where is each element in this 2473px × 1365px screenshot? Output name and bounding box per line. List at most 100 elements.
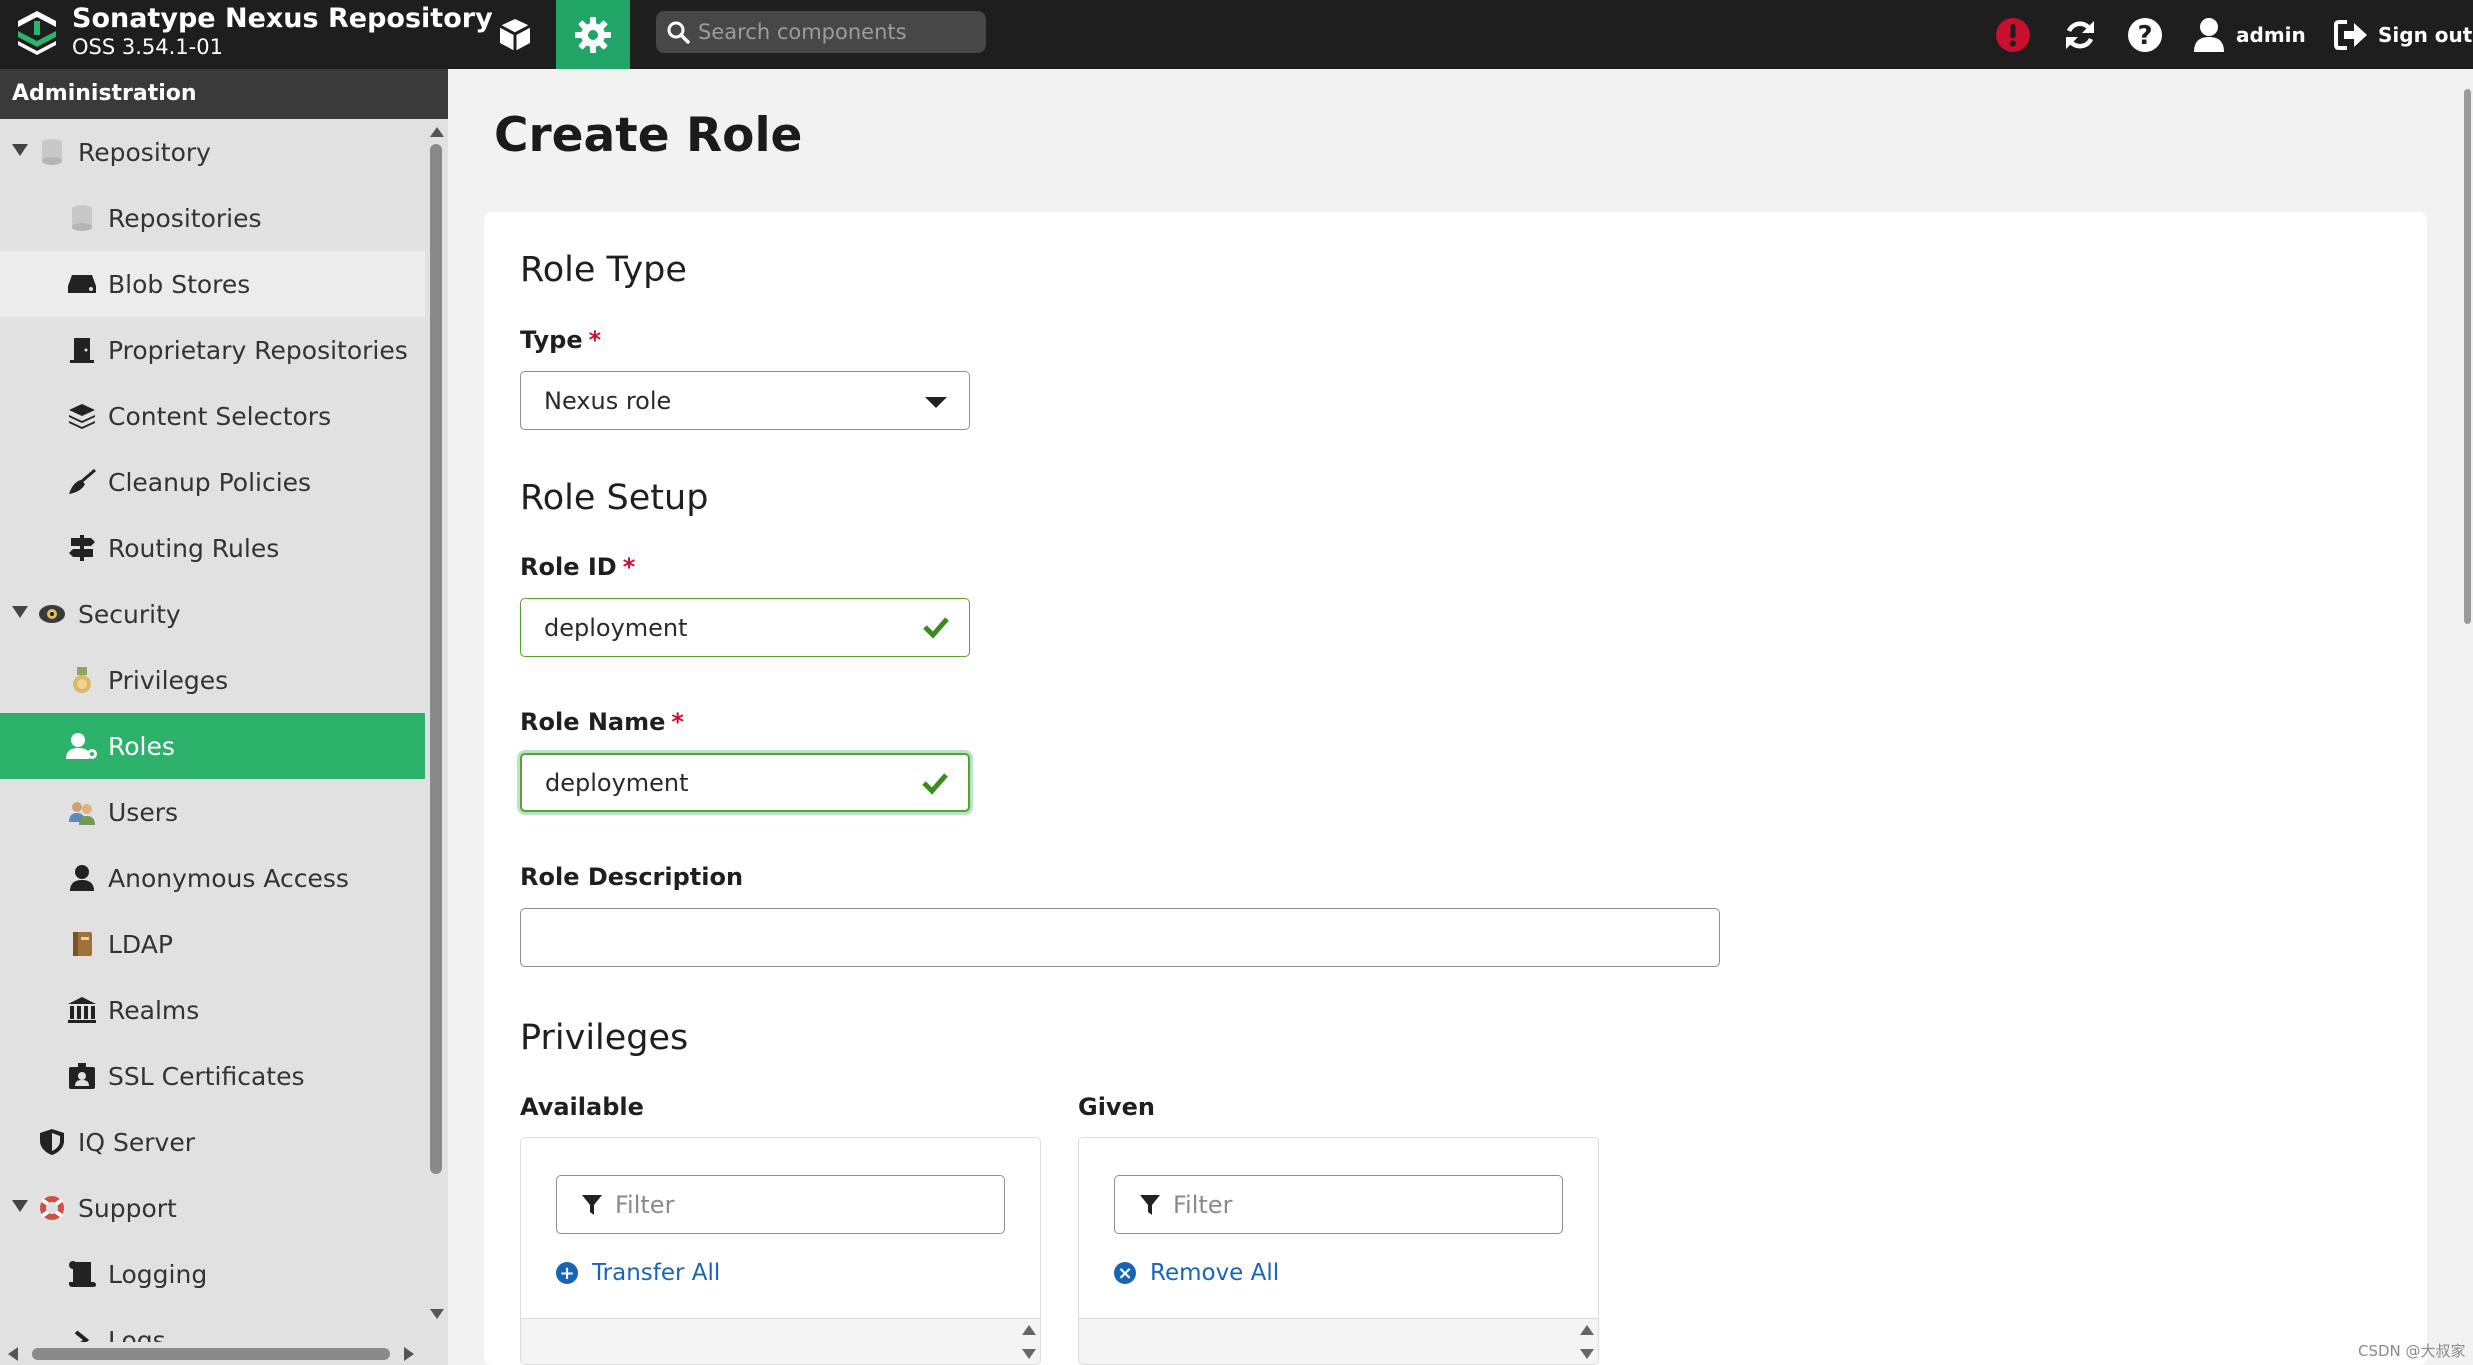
sidebar-item-repositories[interactable]: Repositories xyxy=(0,185,425,251)
role-description-label: Role Description xyxy=(520,863,744,891)
scroll-up-arrow-icon[interactable] xyxy=(1580,1325,1594,1335)
scroll-down-arrow-icon[interactable] xyxy=(1022,1349,1036,1359)
required-marker: * xyxy=(671,708,684,736)
main-vertical-scrollbar[interactable] xyxy=(2462,69,2473,1365)
door-icon xyxy=(66,334,98,366)
administration-button[interactable] xyxy=(556,0,630,69)
role-name-label-text: Role Name xyxy=(520,708,666,736)
scroll-thumb[interactable] xyxy=(430,144,442,1174)
search-input[interactable] xyxy=(698,20,968,44)
system-alert-button[interactable] xyxy=(1992,0,2034,69)
brand-version: OSS 3.54.1-01 xyxy=(72,35,223,59)
scroll-thumb[interactable] xyxy=(32,1348,390,1360)
sidebar-horizontal-scrollbar[interactable] xyxy=(0,1342,425,1365)
sidebar-item-repository[interactable]: Repository xyxy=(0,119,425,185)
scroll-left-arrow-icon[interactable] xyxy=(8,1347,18,1361)
scroll-icon xyxy=(66,1258,98,1290)
sidebar-item-routing-rules[interactable]: Routing Rules xyxy=(0,515,425,581)
available-label: Available xyxy=(520,1093,644,1121)
sidebar-item-content-selectors[interactable]: Content Selectors xyxy=(0,383,425,449)
check-icon xyxy=(922,773,948,795)
sidebar-item-users[interactable]: Users xyxy=(0,779,425,845)
role-id-label-text: Role ID xyxy=(520,553,617,581)
sidebar-item-blob-stores[interactable]: Blob Stores xyxy=(0,251,425,317)
filter-icon xyxy=(1140,1194,1160,1215)
sidebar-item-label: Anonymous Access xyxy=(108,863,349,893)
sidebar-item-label: Roles xyxy=(108,731,175,761)
shield-icon xyxy=(36,1126,68,1158)
given-privileges-list[interactable] xyxy=(1079,1318,1598,1364)
scroll-up-arrow-icon[interactable] xyxy=(430,127,444,137)
sidebar-item-label: Routing Rules xyxy=(108,533,280,563)
scroll-down-arrow-icon[interactable] xyxy=(1580,1349,1594,1359)
role-name-input[interactable]: deployment xyxy=(520,753,970,812)
sign-out-button[interactable]: Sign out xyxy=(2334,0,2472,69)
sidebar-item-ssl-certificates[interactable]: SSL Certificates xyxy=(0,1043,425,1109)
role-name-label: Role Name * xyxy=(520,708,684,736)
user-icon xyxy=(2194,17,2224,52)
scroll-thumb[interactable] xyxy=(2464,89,2471,624)
layers-icon xyxy=(66,400,98,432)
user-menu-button[interactable]: admin xyxy=(2192,0,2306,69)
sidebar-item-support[interactable]: Support xyxy=(0,1175,425,1241)
sidebar-item-label: Blob Stores xyxy=(108,269,251,299)
sidebar-item-label: Proprietary Repositories xyxy=(108,335,408,365)
brand-name: Sonatype Nexus Repository xyxy=(72,3,493,34)
sidebar-item-logging[interactable]: Logging xyxy=(0,1241,425,1307)
gear-icon xyxy=(575,16,611,53)
watermark: CSDN @大叔家 xyxy=(2358,1342,2466,1360)
expand-caret-icon[interactable] xyxy=(12,1200,28,1212)
sidebar-item-label: Cleanup Policies xyxy=(108,467,312,497)
search-box[interactable] xyxy=(656,11,986,53)
available-privileges-list[interactable] xyxy=(521,1318,1040,1364)
type-label-text: Type xyxy=(520,326,583,354)
user-label: admin xyxy=(2236,22,2306,47)
eye-icon xyxy=(36,598,68,630)
browse-button[interactable] xyxy=(480,0,550,69)
sidebar-vertical-scrollbar[interactable] xyxy=(425,119,448,1319)
refresh-button[interactable] xyxy=(2058,0,2102,69)
sidebar-item-realms[interactable]: Realms xyxy=(0,977,425,1043)
help-button[interactable]: ? xyxy=(2124,0,2166,69)
database-icon xyxy=(66,202,98,234)
given-filter-input[interactable]: Filter xyxy=(1114,1175,1563,1234)
type-select[interactable]: Nexus role xyxy=(520,371,970,430)
scroll-down-arrow-icon[interactable] xyxy=(430,1309,444,1319)
available-filter-input[interactable]: Filter xyxy=(556,1175,1005,1234)
filter-placeholder: Filter xyxy=(615,1190,675,1219)
type-select-value: Nexus role xyxy=(544,386,672,415)
lifebuoy-icon xyxy=(36,1192,68,1224)
filter-icon xyxy=(582,1194,602,1215)
sidebar-item-label: IQ Server xyxy=(78,1127,195,1157)
alert-icon xyxy=(1996,17,2030,52)
medal-icon xyxy=(66,664,98,696)
sidebar-item-ldap[interactable]: LDAP xyxy=(0,911,425,977)
sidebar-item-iq-server[interactable]: IQ Server xyxy=(0,1109,425,1175)
sidebar-item-proprietary-repositories[interactable]: Proprietary Repositories xyxy=(0,317,425,383)
scroll-up-arrow-icon[interactable] xyxy=(1022,1325,1036,1335)
sidebar-item-label: Logging xyxy=(108,1259,208,1289)
sign-out-icon xyxy=(2334,19,2367,50)
sidebar-item-privileges[interactable]: Privileges xyxy=(0,647,425,713)
sidebar-item-cleanup-policies[interactable]: Cleanup Policies xyxy=(0,449,425,515)
role-description-input[interactable] xyxy=(520,908,1720,967)
sidebar-item-roles[interactable]: Roles xyxy=(0,713,425,779)
remove-all-button[interactable]: × Remove All xyxy=(1114,1260,1279,1286)
sidebar-item-anonymous-access[interactable]: Anonymous Access xyxy=(0,845,425,911)
sidebar-item-label: SSL Certificates xyxy=(108,1061,305,1091)
expand-caret-icon[interactable] xyxy=(12,606,28,618)
scroll-right-arrow-icon[interactable] xyxy=(404,1347,414,1361)
role-id-input[interactable]: deployment xyxy=(520,598,970,657)
remove-all-label: Remove All xyxy=(1150,1260,1280,1286)
sidebar-item-label: Content Selectors xyxy=(108,401,332,431)
expand-caret-icon[interactable] xyxy=(12,144,28,156)
cube-icon xyxy=(499,18,531,51)
sidebar-item-security[interactable]: Security xyxy=(0,581,425,647)
admin-sidebar: Administration Repository Repositories B… xyxy=(0,69,448,1365)
available-privileges-panel: Filter + Transfer All xyxy=(520,1137,1041,1365)
nexus-logo-icon[interactable] xyxy=(12,7,62,57)
transfer-all-button[interactable]: + Transfer All xyxy=(556,1260,720,1286)
page-title: Create Role xyxy=(494,108,803,163)
role-name-value: deployment xyxy=(545,768,689,797)
sidebar-item-label: LDAP xyxy=(108,929,173,959)
